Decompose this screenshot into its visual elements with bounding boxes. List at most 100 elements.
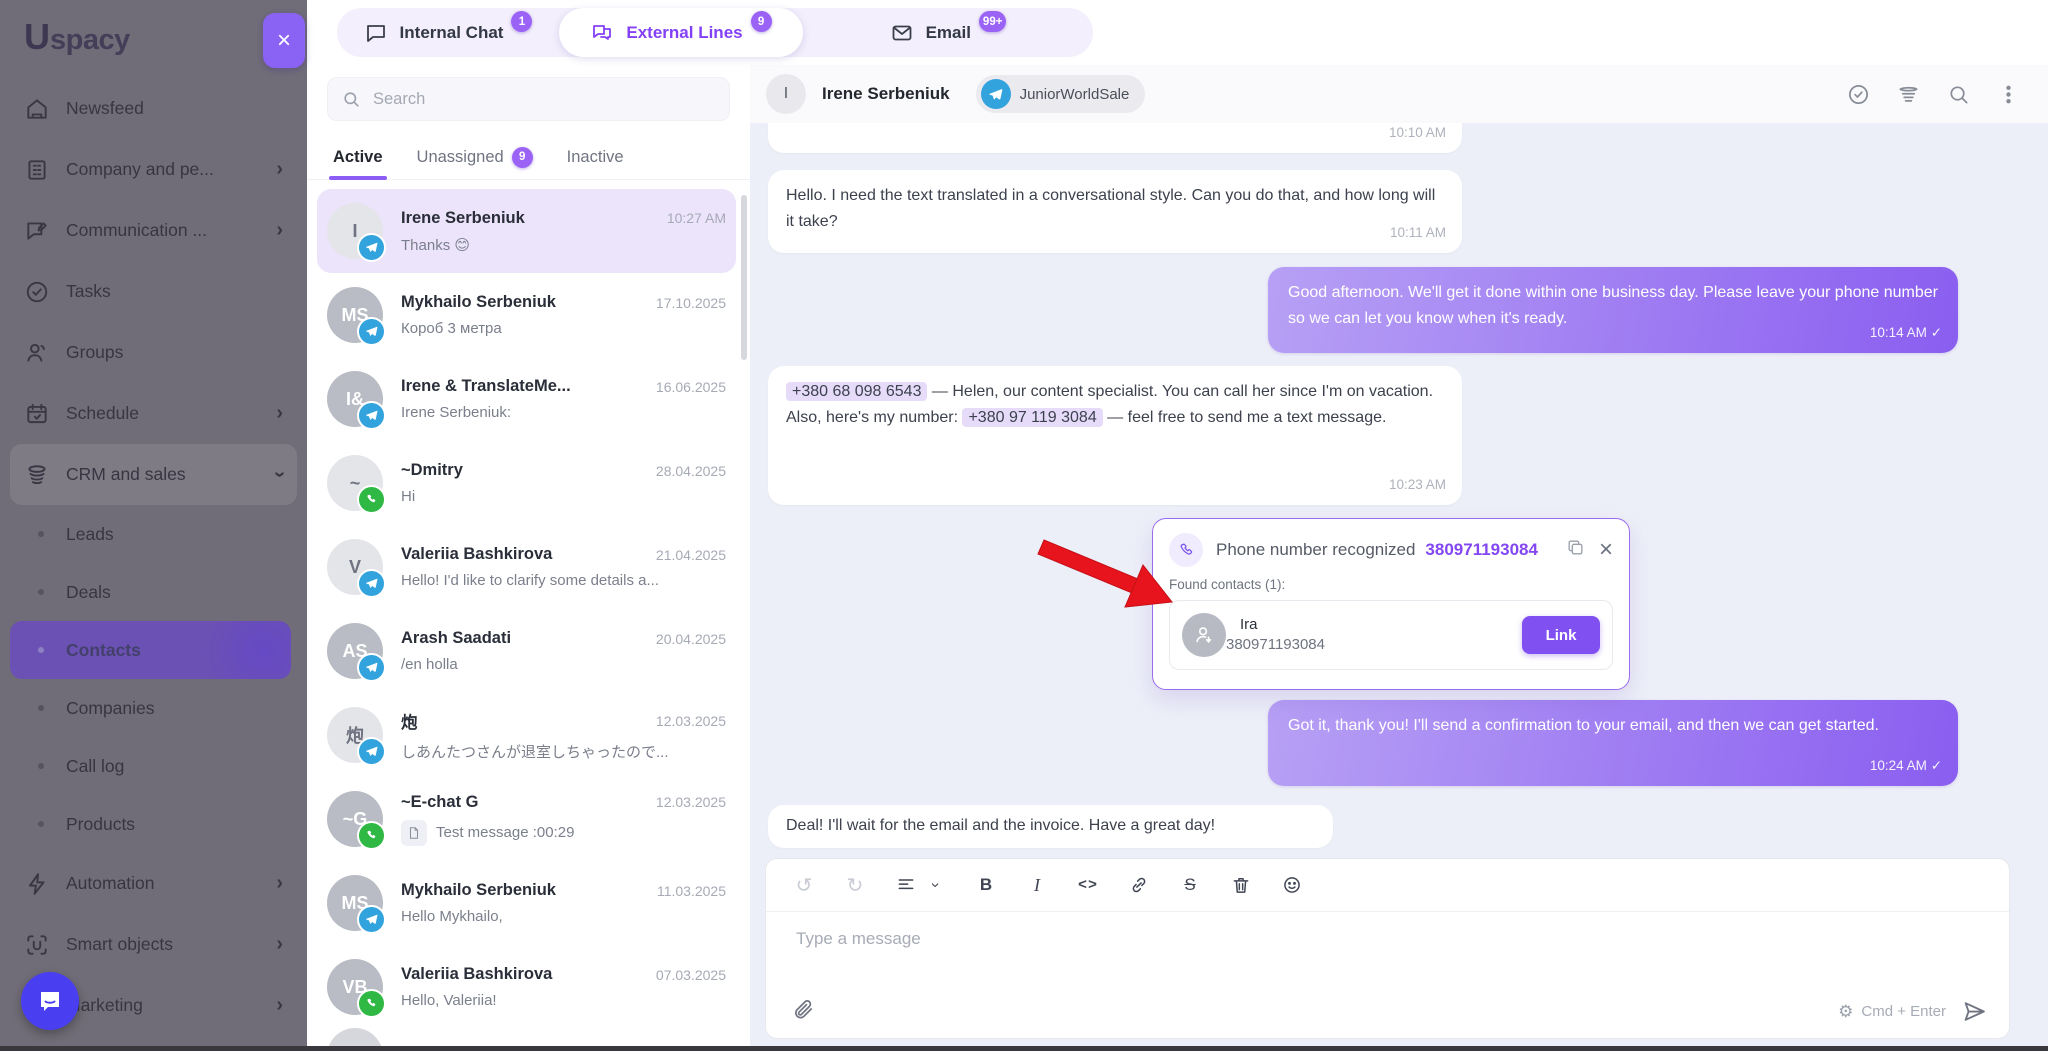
bold-icon[interactable]: B xyxy=(976,875,996,895)
unassigned-count-badge: 9 xyxy=(512,147,533,168)
search-icon[interactable] xyxy=(1947,83,1970,106)
uspacy-app: U spacy Newsfeed Company and pe... › Com… xyxy=(0,0,2048,1051)
mark-done-icon[interactable] xyxy=(1847,83,1870,106)
sidebar-item-smart-objects[interactable]: Smart objects › xyxy=(10,914,297,975)
message-preview: Hello! I'd like to clarify some details … xyxy=(401,572,726,589)
code-icon[interactable]: <> xyxy=(1078,877,1098,894)
list-item[interactable]: I& Irene & TranslateMe...16.06.2025 Iren… xyxy=(317,357,736,441)
message-time: 10:10 AM xyxy=(1389,123,1446,146)
sidebar-subitem-call-log[interactable]: Call log xyxy=(10,737,297,795)
send-controls: ⚙ Cmd + Enter xyxy=(1838,999,1987,1024)
sidebar-subitem-contacts[interactable]: Contacts xyxy=(10,621,291,679)
sidebar-subitem-leads[interactable]: Leads xyxy=(10,505,297,563)
logo-mark-icon: U xyxy=(24,16,48,58)
message-input[interactable] xyxy=(794,928,1848,950)
unread-badge: 1 xyxy=(511,11,532,32)
italic-icon[interactable]: I xyxy=(1027,875,1047,896)
chevron-right-icon: › xyxy=(276,402,283,425)
filter-funnel-icon[interactable] xyxy=(1897,83,1920,106)
align-icon[interactable] xyxy=(896,875,916,895)
unread-badge: 9 xyxy=(751,11,772,32)
list-item[interactable]: ~G ~E-chat G12.03.2025 Test message :00:… xyxy=(317,777,736,861)
timestamp: 12.03.2025 xyxy=(656,794,726,810)
copy-icon[interactable] xyxy=(1566,538,1585,562)
message-preview: /en holla xyxy=(401,656,726,673)
avatar: I xyxy=(327,203,383,259)
tab-internal-chat[interactable]: Internal Chat 1 xyxy=(337,8,559,57)
channel-badge[interactable]: JuniorWorldSale xyxy=(976,75,1146,113)
sidebar-item-label: Communication ... xyxy=(66,220,207,241)
sidebar-item-label: Smart objects xyxy=(66,934,173,955)
message-time: 10:24 AM ✓ xyxy=(1870,753,1942,779)
list-item[interactable]: 炮 炮12.03.2025 しあんたつさんが退室しちゃったので... xyxy=(317,693,736,777)
bullet-icon xyxy=(38,647,44,653)
telegram-icon xyxy=(357,569,386,598)
chat-pen-icon xyxy=(24,218,50,244)
strikethrough-icon[interactable]: S xyxy=(1180,875,1200,895)
sidebar-subitem-label: Companies xyxy=(66,698,155,719)
filter-tab-label: Active xyxy=(333,148,383,167)
kebab-menu-icon[interactable] xyxy=(1997,83,2020,106)
attach-paperclip-icon[interactable] xyxy=(792,998,815,1026)
link-icon[interactable] xyxy=(1129,875,1149,895)
gear-icon[interactable]: ⚙ xyxy=(1838,1002,1853,1022)
unread-badge: 99+ xyxy=(979,11,1007,32)
emoji-icon[interactable] xyxy=(1282,875,1302,895)
message-preview: Test message :00:29 xyxy=(401,820,726,846)
recognized-phone-number[interactable]: +380 97 119 3084 xyxy=(962,408,1102,427)
close-icon[interactable]: × xyxy=(1599,538,1613,562)
avatar: ~G xyxy=(327,791,383,847)
filter-tab-active[interactable]: Active xyxy=(333,135,383,179)
list-item[interactable]: ~ ~Dmitry28.04.2025 Hi xyxy=(317,441,736,525)
sidebar-item-automation[interactable]: Automation › xyxy=(10,853,297,914)
timestamp: 12.03.2025 xyxy=(656,713,726,729)
sidebar-item-company[interactable]: Company and pe... › xyxy=(10,139,297,200)
tab-email[interactable]: Email 99+ xyxy=(803,8,1093,57)
sidebar-subitem-companies[interactable]: Companies xyxy=(10,679,297,737)
sidebar-item-crm[interactable]: CRM and sales › xyxy=(10,444,297,505)
sidebar-item-groups[interactable]: Groups xyxy=(10,322,297,383)
sidebar-subitem-label: Leads xyxy=(66,524,114,545)
sidebar-item-schedule[interactable]: Schedule › xyxy=(10,383,297,444)
trash-icon[interactable] xyxy=(1231,875,1251,895)
speech-bubble-icon xyxy=(364,21,388,45)
close-drawer-button[interactable]: × xyxy=(263,13,305,68)
chevron-right-icon: › xyxy=(276,158,283,181)
search-input[interactable] xyxy=(371,89,715,110)
popup-title: Phone number recognized xyxy=(1216,540,1415,560)
telegram-icon xyxy=(357,317,386,346)
message-history[interactable]: 10:10 AM Hello. I need the text translat… xyxy=(750,123,2048,1051)
chevron-down-icon[interactable]: › xyxy=(926,875,944,895)
found-contacts-label: Found contacts (1): xyxy=(1169,577,1613,592)
recognized-phone-number[interactable]: +380 68 098 6543 xyxy=(786,382,927,401)
list-item[interactable]: AS Arash Saadati20.04.2025 /en holla xyxy=(317,609,736,693)
filter-tab-unassigned[interactable]: Unassigned 9 xyxy=(417,135,533,179)
list-item[interactable]: I Irene Serbeniuk10:27 AM Thanks 😊 xyxy=(317,189,736,273)
found-contact-card[interactable]: Ira 380971193084 Link xyxy=(1169,600,1613,670)
sidebar-item-communication[interactable]: Communication ... › xyxy=(10,200,297,261)
message-text: — feel free to send me a text message. xyxy=(1103,409,1387,426)
sidebar-item-tasks[interactable]: Tasks xyxy=(10,261,297,322)
list-item[interactable]: MS Mykhailo Serbeniuk11.03.2025 Hello My… xyxy=(317,861,736,945)
undo-icon[interactable]: ↺ xyxy=(794,873,814,898)
contact-name: Valeriia Bashkirova xyxy=(401,545,646,564)
message-time: 10:14 AM ✓ xyxy=(1870,320,1942,346)
formatting-toolbar: ↺ ↻ › B I <> S xyxy=(766,859,2009,912)
bullet-icon xyxy=(38,705,44,711)
filter-tab-inactive[interactable]: Inactive xyxy=(567,135,624,179)
tab-external-lines[interactable]: External Lines 9 xyxy=(559,8,803,57)
support-chat-widget-button[interactable] xyxy=(21,972,79,1030)
send-icon[interactable] xyxy=(1962,999,1987,1024)
list-item[interactable]: V Valeriia Bashkirova21.04.2025 Hello! I… xyxy=(317,525,736,609)
redo-icon[interactable]: ↻ xyxy=(845,873,865,898)
sidebar-subitem-deals[interactable]: Deals xyxy=(10,563,297,621)
list-item[interactable]: VB Valeriia Bashkirova07.03.2025 Hello, … xyxy=(317,945,736,1029)
link-contact-button[interactable]: Link xyxy=(1522,616,1600,654)
sidebar-item-newsfeed[interactable]: Newsfeed xyxy=(10,78,297,139)
close-icon: × xyxy=(277,27,291,55)
list-scrollbar[interactable] xyxy=(741,195,747,360)
message-preview: Короб 3 метра xyxy=(401,320,726,337)
message-composer: ↺ ↻ › B I <> S ⚙ Cmd xyxy=(765,858,2010,1039)
sidebar-subitem-products[interactable]: Products xyxy=(10,795,297,853)
list-item[interactable]: MS Mykhailo Serbeniuk17.10.2025 Короб 3 … xyxy=(317,273,736,357)
